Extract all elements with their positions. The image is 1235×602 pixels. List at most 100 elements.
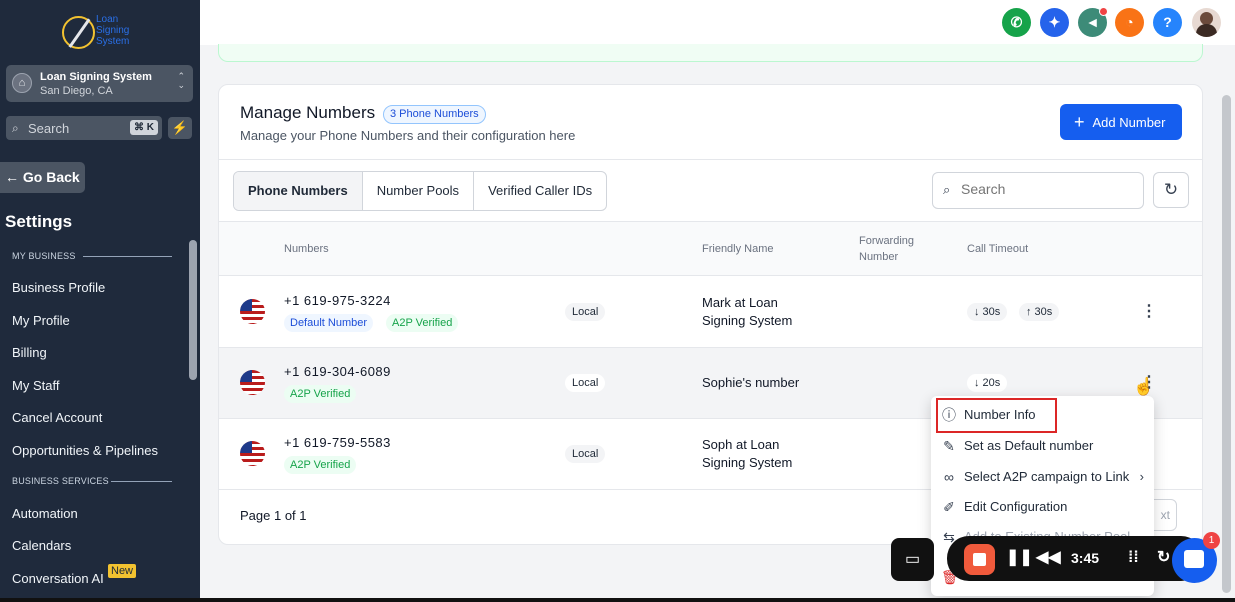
us-flag-icon: [240, 370, 265, 395]
help-icon[interactable]: ?: [1153, 8, 1182, 37]
bell-icon[interactable]: ◔: [1115, 8, 1144, 37]
table-row[interactable]: +1 619-975-3224 Default Number A2P Verif…: [219, 277, 1202, 348]
phone-number: +1 619-759-5583: [284, 435, 391, 450]
column-friendly-name: Friendly Name: [702, 243, 774, 255]
go-back-button[interactable]: ← Go Back: [0, 162, 85, 193]
link-icon: ∞: [944, 469, 954, 485]
pagination-label: Page 1 of 1: [240, 508, 307, 523]
phone-icon[interactable]: ✆: [1002, 8, 1031, 37]
recording-time: 3:45: [1071, 550, 1100, 566]
menu-item-edit-configuration[interactable]: ✐ Edit Configuration: [931, 492, 1154, 522]
camera-button[interactable]: ▭: [891, 538, 934, 581]
banner-strip: [218, 44, 1203, 62]
pencil-icon: ✐: [943, 499, 955, 515]
number-type: Local: [565, 445, 606, 463]
sidebar-scrollbar[interactable]: [189, 240, 197, 380]
highlight-annotation: [936, 398, 1057, 433]
page-scrollbar[interactable]: [1222, 95, 1231, 593]
notification-dot: [1099, 7, 1108, 16]
megaphone-icon[interactable]: ◄: [1078, 7, 1108, 37]
recording-toolbar: ❚❚ ◀◀ 3:45 ⁞⁞ ↻: [947, 536, 1203, 581]
count-badge: 3 Phone Numbers: [383, 105, 486, 124]
search-icon: ⌕: [12, 121, 19, 135]
company-logo[interactable]: Loan Signing System: [62, 14, 138, 52]
section-divider: [111, 481, 172, 482]
grid-icon[interactable]: ⁞⁞: [1128, 549, 1139, 567]
section-business-services: BUSINESS SERVICES: [12, 476, 109, 486]
sidebar-item-opportunities-pipelines[interactable]: Opportunities & Pipelines: [12, 443, 158, 458]
pause-icon[interactable]: ❚❚: [1006, 549, 1033, 567]
sidebar: Loan Signing System ⌂ Loan Signing Syste…: [0, 0, 200, 598]
menu-item-select-a2p-campaign[interactable]: ∞ Select A2P campaign to Link ›: [931, 462, 1154, 492]
us-flag-icon: [240, 299, 265, 324]
search-field[interactable]: ⌕: [932, 172, 1144, 209]
menu-item-label: Edit Configuration: [964, 499, 1068, 514]
sidebar-item-cancel-account[interactable]: Cancel Account: [12, 410, 102, 425]
timeout-inbound: ↓ 20s: [967, 374, 1008, 392]
sidebar-item-business-profile[interactable]: Business Profile: [12, 280, 105, 295]
number-type: Local: [565, 374, 606, 392]
logo-text: Loan Signing System: [96, 14, 130, 47]
sidebar-search[interactable]: ⌕ Search ⌘ K: [6, 116, 162, 140]
arrow-left-icon: ←: [5, 169, 19, 185]
column-call-timeout: Call Timeout: [967, 243, 1029, 255]
rewind-icon[interactable]: ◀◀: [1036, 549, 1061, 567]
tab-number-pools[interactable]: Number Pools: [363, 172, 475, 210]
friendly-name: Sophie's number: [702, 375, 800, 390]
tab-phone-numbers[interactable]: Phone Numbers: [234, 172, 363, 210]
go-back-label: Go Back: [22, 169, 80, 185]
sidebar-search-placeholder: Search: [28, 121, 70, 136]
chat-unread-badge: 1: [1203, 532, 1220, 549]
keyboard-shortcut: ⌘ K: [130, 120, 158, 135]
search-icon: ⌕: [943, 182, 951, 197]
sidebar-item-my-staff[interactable]: My Staff: [12, 378, 59, 393]
section-my-business: MY BUSINESS: [12, 251, 76, 261]
user-avatar[interactable]: [1192, 8, 1221, 37]
pin-icon: ✎: [943, 438, 955, 454]
stop-recording-button[interactable]: [964, 544, 995, 575]
sidebar-item-calendars[interactable]: Calendars: [12, 538, 71, 553]
chevron-right-icon: ›: [1139, 469, 1144, 484]
new-badge: New: [108, 564, 137, 578]
top-bar: ✆ ✦ ◄ ◔ ?: [200, 0, 1235, 45]
us-flag-icon: [240, 441, 265, 466]
more-options-icon[interactable]: ⋮: [1141, 303, 1157, 321]
account-location: San Diego, CA: [40, 85, 113, 97]
table-header: Numbers Friendly Name Forwarding Number C…: [219, 221, 1202, 276]
add-number-button[interactable]: + Add Number: [1060, 104, 1182, 140]
column-numbers: Numbers: [284, 243, 329, 255]
default-number-tag: Default Number: [284, 314, 374, 332]
friendly-name: Soph at Loan Signing System: [702, 437, 793, 470]
bottom-edge: [0, 598, 1235, 602]
sidebar-item-conversation-ai[interactable]: Conversation AI: [12, 571, 104, 586]
account-switcher[interactable]: ⌂ Loan Signing System San Diego, CA ⌃ ⌄: [6, 65, 193, 102]
tab-verified-caller-ids[interactable]: Verified Caller IDs: [474, 172, 606, 210]
a2p-verified-tag: A2P Verified: [284, 385, 357, 403]
menu-item-set-default[interactable]: ✎ Set as Default number: [931, 431, 1154, 461]
phone-number: +1 619-975-3224: [284, 293, 391, 308]
add-number-label: Add Number: [1092, 115, 1166, 130]
account-name: Loan Signing System: [40, 71, 152, 83]
section-divider: [83, 256, 172, 257]
a2p-verified-tag: A2P Verified: [284, 456, 357, 474]
hand-cursor-icon: ☝: [1133, 377, 1155, 396]
divider: [219, 159, 1202, 160]
column-forwarding-number: Forwarding Number: [859, 235, 915, 263]
sidebar-item-automation[interactable]: Automation: [12, 506, 78, 521]
logo-mark: [62, 16, 95, 49]
page-title: Manage Numbers: [240, 103, 376, 122]
sidebar-item-my-profile[interactable]: My Profile: [12, 313, 70, 328]
sidebar-item-billing[interactable]: Billing: [12, 345, 47, 360]
a2p-verified-tag: A2P Verified: [386, 314, 459, 332]
menu-item-label: Select A2P campaign to Link: [964, 469, 1130, 484]
search-input[interactable]: [961, 181, 1131, 197]
sparkle-icon[interactable]: ✦: [1040, 8, 1069, 37]
quick-action-bolt-icon[interactable]: ⚡: [168, 117, 192, 139]
refresh-icon: ↻: [1163, 180, 1179, 199]
refresh-button[interactable]: ↻: [1153, 172, 1189, 208]
menu-item-label: Set as Default number: [964, 438, 1094, 453]
restart-icon[interactable]: ↻: [1157, 549, 1170, 567]
chevron-up-down-icon: ⌃ ⌄: [177, 71, 185, 90]
settings-title: Settings: [5, 212, 73, 231]
camera-icon: ▭: [904, 551, 921, 568]
